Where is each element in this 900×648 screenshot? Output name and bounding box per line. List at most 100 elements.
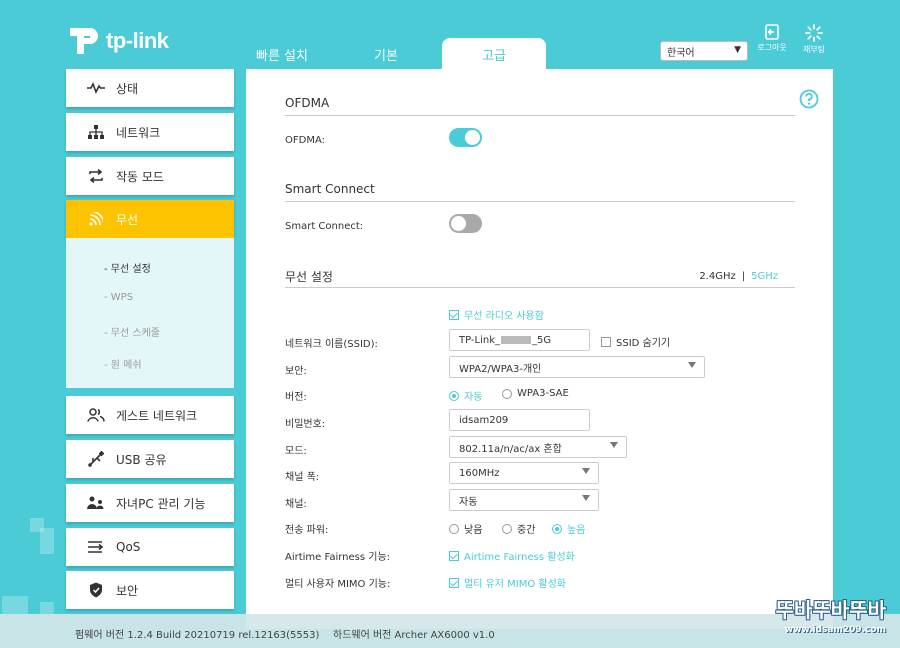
main-tabs: 빠른 설치 기본 고급 [230, 38, 546, 70]
pulse-icon [86, 82, 106, 94]
dropdown-arrow-icon [688, 362, 696, 368]
dropdown-arrow-icon [582, 468, 590, 474]
divider [285, 115, 795, 116]
ssid-input[interactable]: TP-Link_ _5G [449, 329, 590, 351]
airtime-fairness-checkbox[interactable]: Airtime Fairness 활성화 [449, 548, 575, 563]
version-label: 버전: [285, 392, 307, 403]
mode-select[interactable]: 802.11a/n/ac/ax 혼합 [449, 436, 627, 458]
sidebar-item-guest-network[interactable]: 게스트 네트워크 [66, 396, 234, 434]
main-panel: OFDMA OFDMA: Smart Connect Smart Connect… [246, 69, 833, 629]
ofdma-toggle[interactable] [449, 128, 482, 147]
help-button[interactable] [799, 89, 819, 113]
wifi-icon [86, 212, 106, 226]
sidebar-item-label: 무선 [116, 212, 139, 227]
sidebar-item-status[interactable]: 상태 [66, 69, 234, 107]
channel-select[interactable]: 자동 [449, 489, 599, 511]
wireless-section-title: 무선 설정 [285, 270, 333, 284]
tab-basic[interactable]: 기본 [334, 38, 438, 70]
tx-power-mid-radio[interactable]: 중간 [502, 521, 535, 536]
toggle-knob [451, 216, 466, 231]
submenu-wireless-settings[interactable]: - 무선 설정 [104, 260, 151, 275]
sidebar-item-operation-mode[interactable]: 작동 모드 [66, 157, 234, 195]
ofdma-section-title: OFDMA [285, 96, 330, 110]
qos-icon [86, 540, 106, 554]
ssid-label: 네트워크 이름(SSID): [285, 339, 378, 350]
logout-button[interactable]: 로그아웃 [752, 24, 792, 53]
tab-advanced[interactable]: 고급 [442, 38, 546, 70]
chevron-down-icon: ▼ [734, 45, 741, 55]
mu-mimo-label: 멀티 사용자 MIMO 기능: [285, 579, 391, 590]
channel-label: 채널: [285, 499, 307, 510]
mode-label: 모드: [285, 446, 307, 457]
checkbox-box [449, 577, 459, 588]
radio-dot [449, 523, 459, 534]
channel-width-select[interactable]: 160MHz [449, 462, 599, 484]
smart-connect-toggle[interactable] [449, 214, 482, 233]
network-icon [86, 125, 106, 139]
hide-ssid-label: SSID 숨기기 [616, 338, 671, 349]
password-value: idsam209 [459, 414, 509, 426]
radio-dot [552, 523, 562, 534]
firmware-version: 펌웨어 버전 1.2.4 Build 20210719 rel.12163(55… [75, 630, 320, 641]
language-value: 한국어 [667, 47, 695, 59]
mu-mimo-checkbox[interactable]: 멀티 유저 MIMO 활성화 [449, 575, 566, 590]
sidebar-item-label: USB 공유 [116, 452, 167, 467]
logout-label: 로그아웃 [757, 43, 787, 52]
radio-dot [502, 523, 512, 534]
help-icon [799, 89, 819, 109]
version-sae-label: WPA3-SAE [517, 388, 569, 399]
version-wpa3-sae-radio[interactable]: WPA3-SAE [502, 388, 569, 399]
enable-radio-checkbox[interactable]: 무선 라디오 사용함 [449, 307, 544, 322]
hardware-version: 하드웨어 버전 Archer AX6000 v1.0 [333, 630, 495, 641]
sidebar-item-security[interactable]: 보안 [66, 571, 234, 609]
sidebar-item-label: 보안 [116, 583, 139, 598]
version-auto-radio[interactable]: 자동 [449, 388, 482, 403]
security-select[interactable]: WPA2/WPA3-개인 [449, 356, 705, 378]
version-auto-label: 자동 [464, 392, 483, 403]
tab-quick-setup[interactable]: 빠른 설치 [230, 38, 334, 70]
sidebar-item-parental-controls[interactable]: 자녀PC 관리 기능 [66, 484, 234, 522]
toggle-knob [465, 130, 480, 145]
tx-power-high-radio[interactable]: 높음 [552, 521, 585, 536]
tx-power-low-radio[interactable]: 낮음 [449, 521, 482, 536]
tplink-logo[interactable]: tp-link [66, 24, 169, 58]
submenu-wireless-schedule[interactable]: - 무선 스케줄 [104, 324, 160, 339]
language-select[interactable]: 한국어 ▼ [660, 41, 748, 61]
decorative-square [40, 602, 54, 614]
channel-width-label: 채널 폭: [285, 472, 320, 483]
reboot-icon [805, 24, 823, 42]
sidebar-item-network[interactable]: 네트워크 [66, 113, 234, 151]
band-5ghz[interactable]: 5GHz [751, 271, 778, 282]
airtime-fairness-value: Airtime Fairness 활성화 [464, 552, 575, 563]
band-switch: 2.4GHz | 5GHz [699, 271, 778, 282]
sidebar-item-usb-sharing[interactable]: USB 공유 [66, 440, 234, 478]
mode-icon [86, 169, 106, 183]
band-24ghz[interactable]: 2.4GHz [699, 271, 735, 282]
sidebar-item-label: 작동 모드 [116, 169, 164, 184]
reboot-button[interactable]: 재부팅 [794, 24, 834, 55]
sidebar-item-label: 게스트 네트워크 [116, 408, 198, 423]
channel-width-value: 160MHz [459, 467, 500, 479]
security-label: 보안: [285, 366, 307, 377]
tx-power-label: 전송 파워: [285, 525, 329, 536]
hide-ssid-checkbox[interactable]: SSID 숨기기 [601, 334, 670, 349]
logout-icon [765, 24, 779, 40]
sidebar-item-label: 네트워크 [116, 125, 161, 140]
submenu-wps[interactable]: - WPS [104, 292, 133, 303]
sidebar-item-label: QoS [116, 540, 141, 554]
sidebar-item-wireless[interactable]: 무선 [66, 200, 234, 238]
mu-mimo-value: 멀티 유저 MIMO 활성화 [464, 579, 567, 590]
ssid-prefix: TP-Link_ [459, 334, 501, 346]
checkbox-box [449, 550, 459, 561]
smart-connect-section-title: Smart Connect [285, 182, 375, 196]
divider [285, 201, 795, 202]
tx-power-mid-label: 중간 [517, 525, 536, 536]
band-separator: | [741, 271, 746, 282]
sidebar-item-qos[interactable]: QoS [66, 528, 234, 566]
parental-icon [86, 496, 106, 510]
channel-value: 자동 [459, 496, 478, 508]
decorative-square [40, 528, 54, 554]
password-input[interactable]: idsam209 [449, 409, 590, 431]
submenu-onemesh[interactable]: - 원 메쉬 [104, 356, 142, 371]
watermark: 뚜바뚜바뚜바 www.idsam209.com [716, 594, 886, 642]
